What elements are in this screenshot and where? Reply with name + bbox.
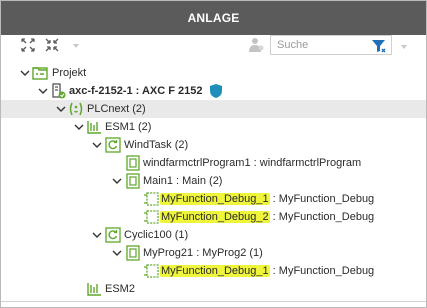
tree-item-label: MyFunction_Debug_2 : MyFunction_Debug	[160, 210, 374, 224]
tree-item-program1[interactable]: windfarmctrlProgram1 : windfarmctrlProgr…	[1, 154, 426, 172]
program-icon	[126, 155, 140, 171]
tree-item-projekt[interactable]: Projekt	[1, 64, 426, 82]
folder-icon	[32, 67, 48, 80]
chevron-down-icon[interactable]	[56, 104, 66, 114]
device-icon	[52, 83, 66, 99]
tree-item-label: Main1 : Main (2)	[143, 175, 223, 187]
program-icon	[126, 245, 140, 261]
chevron-down-icon[interactable]	[74, 122, 84, 132]
chevron-down-icon[interactable]	[20, 68, 30, 78]
function-type: : MyFunction_Debug	[269, 265, 375, 277]
tree-item-esm1[interactable]: ESM1 (2)	[1, 118, 426, 136]
bottom-divider	[1, 301, 426, 302]
chevron-down-icon[interactable]	[92, 140, 102, 150]
toolbar-menu-caret[interactable]	[401, 45, 407, 49]
tree-item-cyclic100[interactable]: Cyclic100 (1)	[1, 226, 426, 244]
tree-item-main1[interactable]: Main1 : Main (2)	[1, 172, 426, 190]
search-input[interactable]	[277, 37, 365, 53]
tree-item-label: ESM1 (2)	[105, 121, 152, 133]
function-icon	[144, 264, 159, 278]
debug-highlight: MyFunction_Debug_1	[160, 265, 270, 277]
esm-icon	[87, 121, 101, 134]
tree-item-label: ESM2	[105, 283, 135, 295]
plcnext-icon	[69, 102, 83, 116]
filter-icon[interactable]	[371, 38, 387, 54]
debug-highlight: MyFunction_Debug_1	[160, 193, 270, 205]
tree-item-function-3[interactable]: MyFunction_Debug_1 : MyFunction_Debug	[1, 262, 426, 280]
tree-item-esm2[interactable]: ESM2	[1, 280, 426, 298]
tree-item-label: axc-f-2152-1 : AXC F 2152	[69, 85, 203, 97]
project-tree: Projekt axc-f-2152-1 : AXC F 2152 PLCnex…	[1, 61, 426, 307]
tree-item-label: PLCnext (2)	[87, 103, 146, 115]
tree-item-label: MyFunction_Debug_1 : MyFunction_Debug	[160, 264, 374, 278]
tree-item-function-1[interactable]: MyFunction_Debug_1 : MyFunction_Debug	[1, 190, 426, 208]
chevron-down-icon[interactable]	[38, 86, 48, 96]
function-type: : MyFunction_Debug	[269, 193, 375, 205]
task-icon	[105, 137, 121, 153]
tree-item-label: MyFunction_Debug_1 : MyFunction_Debug	[160, 192, 374, 206]
program-icon	[126, 173, 140, 189]
user-icon[interactable]	[247, 36, 265, 54]
function-type: : MyFunction_Debug	[269, 211, 375, 223]
tree-item-label: WindTask (2)	[124, 139, 189, 151]
anlage-panel: ANLAGE Suche Projekt axc-f-2152-1: AXC …	[0, 0, 427, 308]
task-icon	[105, 227, 121, 243]
function-icon	[144, 192, 159, 206]
collapse-all-icon[interactable]	[45, 38, 59, 52]
toolbar	[1, 35, 426, 59]
shield-icon	[210, 84, 222, 98]
tree-item-windtask[interactable]: WindTask (2)	[1, 136, 426, 154]
search-box	[270, 35, 392, 55]
debug-highlight: MyFunction_Debug_2	[160, 211, 270, 223]
tree-item-plcnext[interactable]: PLCnext (2)	[1, 100, 426, 118]
tree-item-function-2[interactable]: MyFunction_Debug_2 : MyFunction_Debug	[1, 208, 426, 226]
collapse-menu-caret[interactable]	[73, 44, 79, 48]
esm-icon	[87, 283, 101, 296]
tree-item-label: MyProg21 : MyProg2 (1)	[143, 247, 263, 259]
chevron-down-icon[interactable]	[112, 248, 122, 258]
function-icon	[144, 210, 159, 224]
panel-title: ANLAGE	[1, 1, 426, 35]
tree-item-device[interactable]: axc-f-2152-1 : AXC F 2152	[1, 82, 426, 100]
chevron-down-icon[interactable]	[112, 176, 122, 186]
tree-item-label: windfarmctrlProgram1 : windfarmctrlProgr…	[143, 157, 362, 169]
chevron-down-icon[interactable]	[92, 230, 102, 240]
tree-item-myprog21[interactable]: MyProg21 : MyProg2 (1)	[1, 244, 426, 262]
expand-all-icon[interactable]	[21, 38, 35, 52]
tree-item-label: Cyclic100 (1)	[124, 229, 189, 241]
tree-item-label: Projekt	[52, 67, 87, 79]
